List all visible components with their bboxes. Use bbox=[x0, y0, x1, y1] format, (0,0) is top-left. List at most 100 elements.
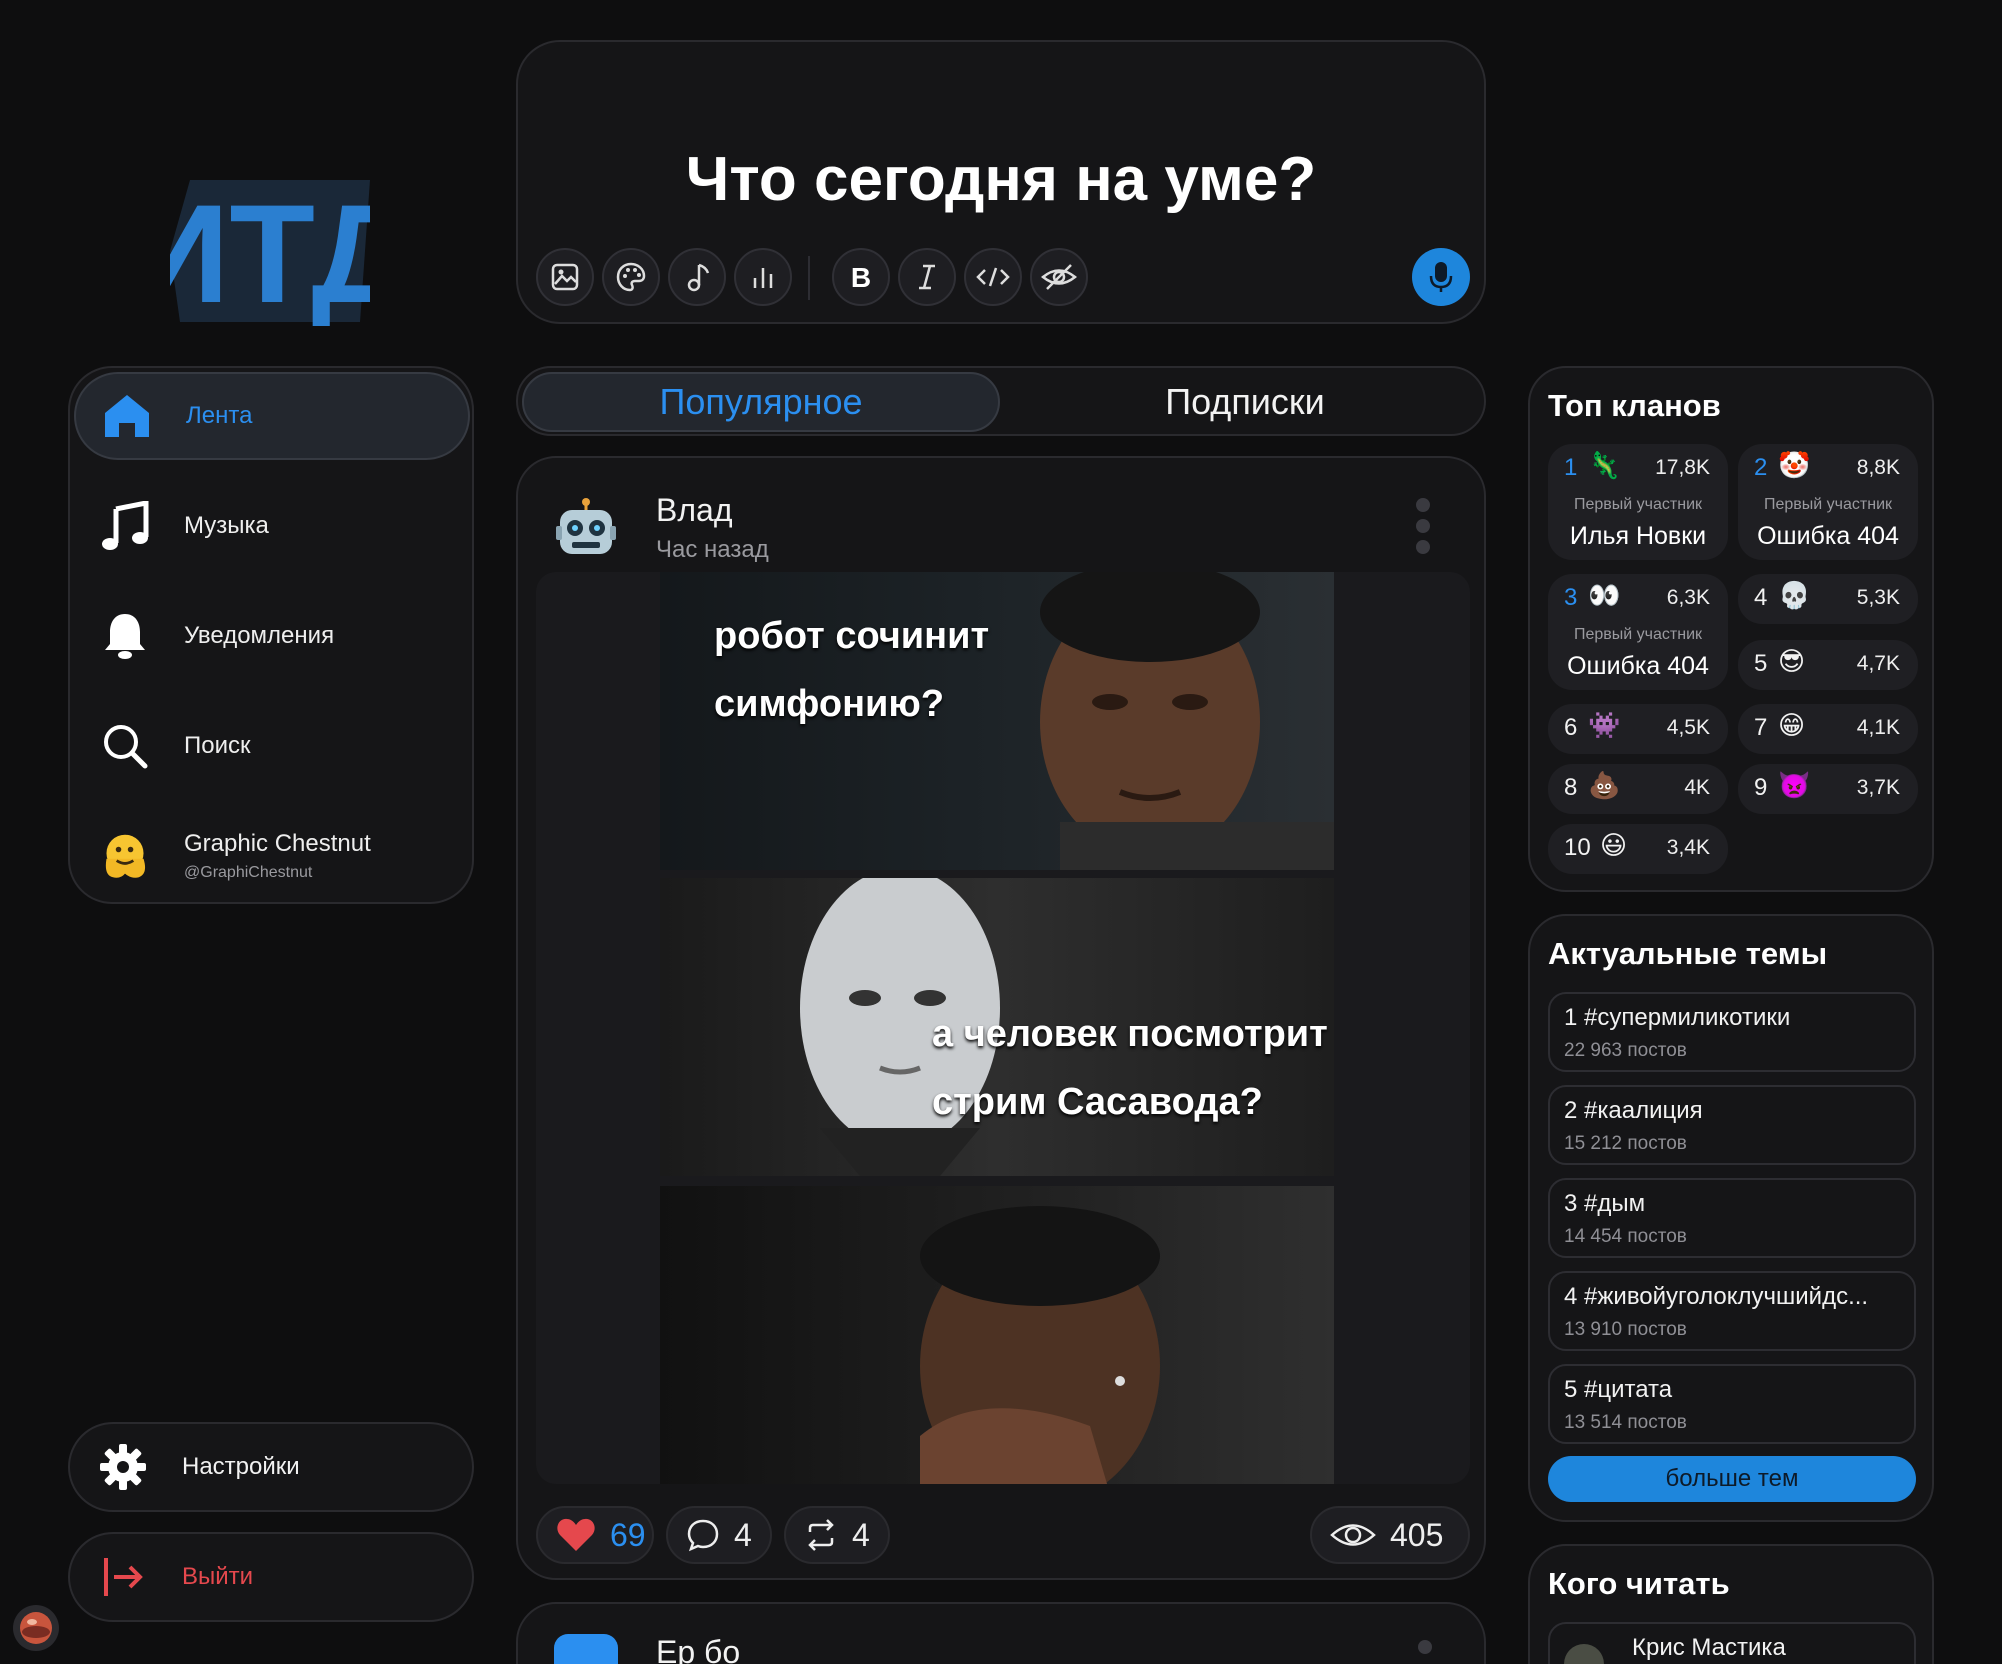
like-button[interactable]: 69 bbox=[536, 1506, 654, 1564]
clan-emoji: 🦎 bbox=[1588, 450, 1621, 480]
topic-item-2[interactable]: 2 #каалиция 15 212 постов bbox=[1548, 1085, 1916, 1165]
robot-avatar[interactable] bbox=[554, 498, 618, 562]
profile-name: Graphic Chestnut bbox=[184, 830, 371, 857]
topic-item-5[interactable]: 5 #цитата 13 514 постов bbox=[1548, 1364, 1916, 1444]
spoiler-icon[interactable] bbox=[1030, 248, 1088, 306]
microphone-icon[interactable] bbox=[1412, 248, 1470, 306]
code-icon[interactable] bbox=[964, 248, 1022, 306]
more-options-icon[interactable] bbox=[1416, 498, 1432, 554]
svg-text:B: B bbox=[851, 262, 871, 292]
poll-icon[interactable] bbox=[734, 248, 792, 306]
post-time: Час назад bbox=[656, 536, 769, 563]
tab-subscriptions[interactable]: Подписки bbox=[1006, 372, 1484, 432]
clan-card-5[interactable]: 5 😎 4,7K bbox=[1738, 640, 1918, 690]
follow-avatar bbox=[1564, 1644, 1604, 1664]
clan-card-3[interactable]: 3 👀 6,3K Первый участник Ошибка 404 bbox=[1548, 574, 1728, 690]
clan-emoji: 👀 bbox=[1588, 580, 1621, 610]
tab-popular[interactable]: Популярное bbox=[522, 372, 1000, 432]
post-image[interactable]: робот сочинит симфонию? а человек посмот… bbox=[536, 572, 1470, 1484]
clan-count: 3,7K bbox=[1856, 776, 1900, 799]
next-post-avatar[interactable] bbox=[554, 1634, 618, 1664]
clan-card-9[interactable]: 9 👿 3,7K bbox=[1738, 764, 1918, 814]
follow-suggestion[interactable]: Крис Мастика bbox=[1548, 1622, 1916, 1664]
settings-button[interactable]: Настройки bbox=[68, 1422, 474, 1512]
clan-emoji: 💩 bbox=[1588, 770, 1621, 800]
profile-handle: @GraphiChestnut bbox=[184, 864, 313, 881]
clan-card-2[interactable]: 2 🤡 8,8K Первый участник Ошибка 404 bbox=[1738, 444, 1918, 560]
profile-avatar bbox=[100, 831, 150, 881]
who-to-follow-panel: Кого читать Крис Мастика bbox=[1528, 1544, 1934, 1664]
logout-button[interactable]: Выйти bbox=[68, 1532, 474, 1622]
nav-item-search[interactable]: Поиск bbox=[74, 702, 470, 790]
clan-emoji: 😃 bbox=[1600, 830, 1628, 860]
comment-button[interactable]: 4 bbox=[666, 1506, 772, 1564]
comment-icon bbox=[686, 1518, 720, 1552]
clan-count: 8,8K bbox=[1856, 456, 1900, 479]
topic-count: 13 910 постов bbox=[1564, 1319, 1687, 1340]
app-logo[interactable]: ИТД bbox=[129, 175, 411, 332]
bold-icon[interactable]: B bbox=[832, 248, 890, 306]
clan-card-4[interactable]: 4 💀 5,3K bbox=[1738, 574, 1918, 624]
nav-item-music[interactable]: Музыка bbox=[74, 482, 470, 570]
topic-item-4[interactable]: 4 #живойуголоклучшийдс... 13 910 постов bbox=[1548, 1271, 1916, 1351]
search-icon bbox=[100, 721, 150, 771]
clan-emoji: 😁 bbox=[1778, 710, 1806, 740]
logout-icon bbox=[98, 1552, 148, 1602]
meme-text-2: симфонию? bbox=[714, 683, 945, 725]
clan-rank: 3 bbox=[1564, 584, 1578, 611]
meme-text-1: робот сочинит bbox=[714, 615, 990, 657]
clan-rank: 2 bbox=[1754, 454, 1768, 481]
topic-count: 15 212 постов bbox=[1564, 1133, 1687, 1154]
clan-rank: 1 bbox=[1564, 454, 1578, 481]
clan-card-7[interactable]: 7 😁 4,1K bbox=[1738, 704, 1918, 754]
clan-count: 4K bbox=[1684, 776, 1710, 799]
image-icon[interactable] bbox=[536, 248, 594, 306]
palette-icon[interactable] bbox=[602, 248, 660, 306]
clan-count: 4,1K bbox=[1856, 716, 1900, 739]
post-composer[interactable]: Что сегодня на уме? B bbox=[516, 40, 1486, 324]
clan-rank: 8 bbox=[1564, 774, 1578, 801]
app-orb-icon[interactable] bbox=[12, 1604, 60, 1652]
topic-count: 14 454 постов bbox=[1564, 1226, 1687, 1247]
topic-count: 13 514 постов bbox=[1564, 1412, 1687, 1433]
sidebar-nav: Лента Музыка Уведомления Поиск Graphic C… bbox=[68, 366, 474, 904]
like-count: 69 bbox=[610, 1516, 646, 1553]
clan-count: 17,8K bbox=[1655, 456, 1710, 479]
more-topics-button[interactable]: больше тем bbox=[1548, 1456, 1916, 1502]
next-post-author[interactable]: Ер бо bbox=[656, 1634, 740, 1664]
clan-count: 5,3K bbox=[1856, 586, 1900, 609]
nav-label-search: Поиск bbox=[184, 732, 251, 759]
nav-item-profile[interactable]: Graphic Chestnut @GraphiChestnut bbox=[74, 812, 470, 900]
clan-card-8[interactable]: 8 💩 4K bbox=[1548, 764, 1728, 814]
topic-item-3[interactable]: 3 #дым 14 454 постов bbox=[1548, 1178, 1916, 1258]
topic-item-1[interactable]: 1 #супермиликотики 22 963 постов bbox=[1548, 992, 1916, 1072]
clan-card-6[interactable]: 6 👾 4,5K bbox=[1548, 704, 1728, 754]
profile-info: Graphic Chestnut @GraphiChestnut bbox=[184, 830, 371, 882]
italic-icon[interactable] bbox=[898, 248, 956, 306]
nav-item-notifications[interactable]: Уведомления bbox=[74, 592, 470, 680]
clan-emoji: 💀 bbox=[1778, 580, 1811, 610]
composer-prompt[interactable]: Что сегодня на уме? bbox=[518, 144, 1484, 215]
gear-icon bbox=[98, 1442, 148, 1492]
topic-title: 4 #живойуголоклучшийдс... bbox=[1564, 1283, 1869, 1310]
eye-icon bbox=[1330, 1520, 1376, 1550]
clan-card-1[interactable]: 1 🦎 17,8K Первый участник Илья Новки bbox=[1548, 444, 1728, 560]
next-post-options-icon[interactable] bbox=[1418, 1640, 1432, 1654]
post-author[interactable]: Влад bbox=[656, 492, 732, 529]
meme-panel-1: робот сочинит симфонию? bbox=[660, 572, 1334, 870]
clan-card-10[interactable]: 10 😃 3,4K bbox=[1548, 824, 1728, 874]
logo-mark: ИТД bbox=[129, 175, 411, 332]
follow-name: Крис Мастика bbox=[1632, 1634, 1786, 1661]
bell-icon bbox=[100, 611, 150, 661]
music-icon[interactable] bbox=[668, 248, 726, 306]
clan-caption: Первый участник bbox=[1763, 496, 1892, 513]
meme-panel-3 bbox=[660, 1186, 1334, 1484]
views-counter: 405 bbox=[1310, 1506, 1470, 1564]
repost-button[interactable]: 4 bbox=[784, 1506, 890, 1564]
man-face-figure bbox=[1040, 572, 1334, 870]
clan-rank: 6 bbox=[1564, 714, 1578, 741]
heart-icon bbox=[556, 1517, 596, 1553]
nav-item-feed[interactable]: Лента bbox=[74, 372, 470, 460]
clan-emoji: 👾 bbox=[1588, 710, 1621, 740]
meme-text-3: а человек посмотрит bbox=[932, 1013, 1328, 1055]
